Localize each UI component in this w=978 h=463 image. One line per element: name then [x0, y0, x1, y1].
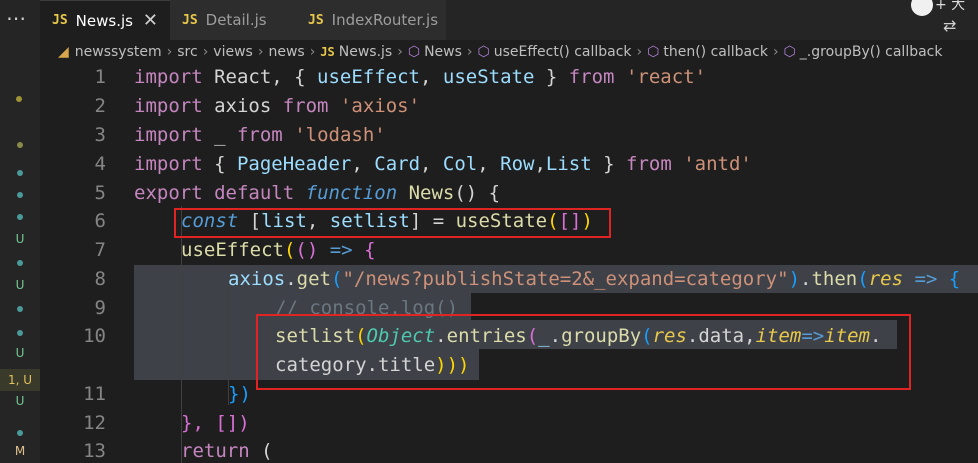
code-line-1: import React, { useEffect, useState } fr…: [134, 66, 707, 88]
modified-dot-icon: [17, 430, 23, 436]
more-actions-icon[interactable]: ⋯: [6, 6, 27, 30]
modified-dot-icon: [17, 260, 23, 266]
folder-icon: ◢: [58, 44, 69, 60]
tab-detail-js[interactable]: JS Detail.js: [170, 0, 296, 40]
tab-label: Detail.js: [205, 11, 267, 29]
chevron-right-icon: ›: [636, 44, 643, 60]
line-number: 13: [83, 440, 106, 462]
modified-dot-icon: [17, 192, 23, 198]
breadcrumb-item[interactable]: then() callback: [663, 44, 768, 60]
tab-bar: JS News.js ✕ JS Detail.js JS IndexRouter…: [40, 0, 978, 40]
top-right-label[interactable]: + 大: [935, 0, 965, 14]
code-line-2: import axios from 'axios': [134, 95, 421, 117]
code-line-3: import _ from 'lodash': [134, 124, 386, 146]
untracked-marker: U: [15, 394, 25, 408]
scm-gutter: U U U 1, U U M: [0, 64, 40, 463]
javascript-file-icon: JS: [52, 13, 68, 28]
breadcrumb-item[interactable]: News.js: [339, 44, 392, 60]
symbol-cube-icon: ⬡: [407, 44, 421, 60]
modified-dot-icon: [17, 214, 23, 220]
top-right-area: + 大 ⇄: [903, 0, 978, 40]
breadcrumb-item[interactable]: newssystem: [75, 44, 162, 60]
modified-dot-icon: [17, 306, 23, 312]
line-number: 8: [94, 268, 106, 290]
line-number: 12: [83, 412, 106, 434]
breadcrumb-item[interactable]: src: [177, 44, 197, 60]
modified-dot-icon: [17, 170, 23, 176]
breadcrumb-item[interactable]: news: [268, 44, 304, 60]
line-number: 9: [94, 297, 106, 319]
javascript-file-icon: JS: [320, 45, 335, 59]
code-editor[interactable]: 1 2 3 4 5 6 7 8 9 10 11 12 13 import Rea…: [40, 64, 978, 463]
javascript-file-icon: JS: [182, 12, 198, 28]
line-number: 7: [94, 239, 106, 261]
tab-news-js[interactable]: JS News.js ✕: [40, 0, 170, 40]
chevron-right-icon: ›: [309, 44, 316, 60]
annotation-box-setlist: [256, 314, 911, 390]
untracked-marker: U: [15, 346, 25, 360]
avatar: [911, 0, 933, 16]
line-number: 2: [94, 95, 106, 117]
modified-dot-icon: [17, 330, 23, 336]
chevron-right-icon: ›: [772, 44, 779, 60]
line-number: 4: [94, 153, 106, 175]
symbol-cube-icon: ⬡: [647, 44, 660, 60]
untracked-marker: U: [15, 232, 25, 246]
code-line-11: }): [228, 383, 251, 405]
tab-label: News.js: [75, 11, 133, 30]
breadcrumb-item[interactable]: views: [213, 44, 253, 60]
line-number: 10: [83, 325, 106, 347]
modified-dot-icon: [16, 96, 22, 102]
symbol-cube-icon: ⬡: [477, 44, 490, 60]
untracked-marker: U: [15, 278, 25, 292]
modified-dot-icon: [17, 142, 23, 148]
line-number: 1: [94, 66, 106, 88]
chevron-right-icon: ›: [257, 44, 264, 60]
annotation-box-usestate: [174, 208, 611, 238]
tab-indexrouter-js[interactable]: JS IndexRouter.js: [296, 0, 446, 40]
tab-label: IndexRouter.js: [331, 11, 439, 29]
symbol-cube-icon: ⬡: [783, 44, 796, 60]
code-line-7: useEffect(() => {: [181, 239, 376, 261]
line-number: 3: [94, 124, 106, 146]
chevron-right-icon: ›: [466, 44, 473, 60]
breadcrumb-item[interactable]: _.groupBy() callback: [800, 44, 943, 60]
line-number: 6: [94, 210, 106, 232]
code-line-5: export default function News() {: [134, 182, 501, 204]
line-number: 11: [83, 383, 106, 405]
error-untracked-marker: 1, U: [0, 369, 40, 391]
line-number: 5: [94, 182, 106, 204]
breadcrumb: ◢ newssystem › src › views › news › JS N…: [40, 40, 978, 64]
close-icon[interactable]: ✕: [143, 10, 158, 31]
code-line-4: import { PageHeader, Card, Col, Row,List…: [134, 153, 752, 175]
breadcrumb-item[interactable]: News: [424, 44, 462, 60]
code-line-12: }, []): [181, 412, 250, 434]
editor-window: ⋯ JS News.js ✕ JS Detail.js JS IndexRout…: [0, 0, 978, 463]
code-line-13: return (: [181, 440, 273, 462]
breadcrumb-item[interactable]: useEffect() callback: [494, 44, 632, 60]
chevron-right-icon: ›: [166, 44, 173, 60]
modified-marker: M: [14, 444, 26, 458]
javascript-file-icon: JS: [308, 12, 324, 28]
chevron-right-icon: ›: [397, 44, 403, 60]
chevron-right-icon: ›: [202, 44, 209, 60]
split-editor-icon[interactable]: ⇄: [943, 16, 956, 35]
code-line-8: axios.get("/news?publishState=2&_expand=…: [228, 268, 961, 290]
